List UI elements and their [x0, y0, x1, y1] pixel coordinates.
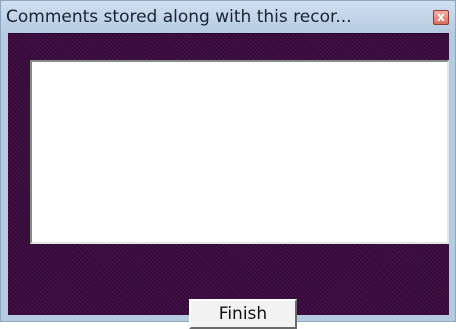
- title-bar[interactable]: Comments stored along with this recor...…: [1, 1, 455, 33]
- finish-button[interactable]: Finish: [189, 299, 297, 329]
- dialog-body: Finish: [8, 33, 449, 329]
- comments-textarea[interactable]: [30, 60, 449, 244]
- comments-dialog: Comments stored along with this recor...…: [0, 0, 456, 329]
- close-icon[interactable]: x: [433, 10, 449, 25]
- window-title: Comments stored along with this recor...: [6, 7, 352, 27]
